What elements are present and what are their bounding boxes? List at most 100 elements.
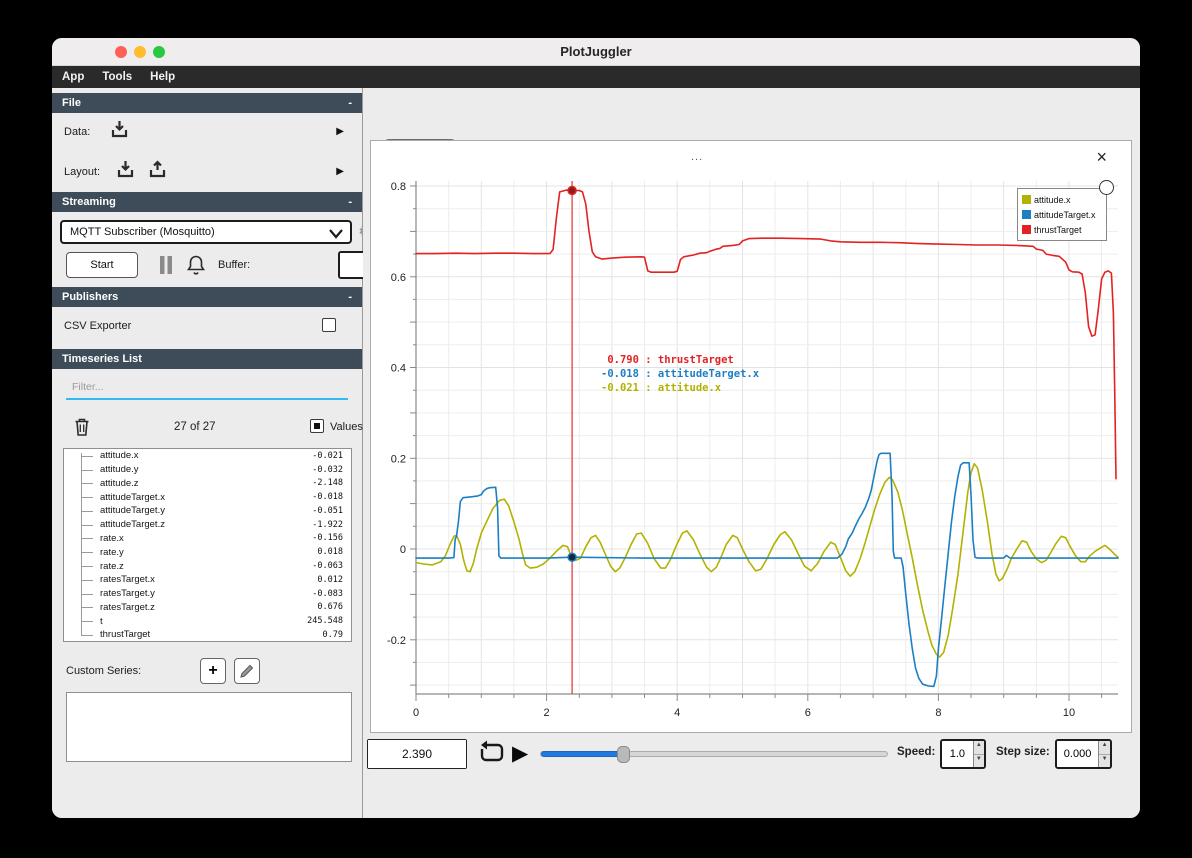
- timeline-slider[interactable]: [540, 746, 888, 763]
- timeseries-row[interactable]: ratesTarget.z 0.676: [64, 600, 351, 614]
- csv-exporter-checkbox[interactable]: [322, 318, 336, 332]
- collapse-file-icon[interactable]: -: [348, 93, 352, 113]
- speed-spinbox[interactable]: ▲ ▼: [940, 739, 986, 769]
- plot-title-dots[interactable]: ...: [691, 151, 703, 163]
- timeseries-name: ratesTarget.x: [100, 574, 155, 586]
- svg-text:-0.018 : attitudeTarget.x: -0.018 : attitudeTarget.x: [601, 368, 760, 380]
- timeseries-row[interactable]: attitudeTarget.z -1.922: [64, 518, 351, 532]
- svg-text:8: 8: [935, 707, 941, 719]
- legend-label: attitudeTarget.x: [1034, 209, 1096, 220]
- timeseries-row[interactable]: attitude.y -0.032: [64, 463, 351, 477]
- speed-value-input[interactable]: [942, 741, 973, 767]
- svg-text:4: 4: [674, 707, 680, 719]
- legend-entry[interactable]: attitude.x: [1022, 192, 1102, 207]
- timeseries-name: attitude.z: [100, 477, 139, 489]
- data-label: Data:: [64, 126, 91, 138]
- window-title: PlotJuggler: [560, 44, 632, 59]
- layout-label: Layout:: [64, 166, 101, 178]
- load-layout-icon[interactable]: [114, 158, 138, 187]
- legend-entry[interactable]: attitudeTarget.x: [1022, 207, 1102, 222]
- streaming-section-header[interactable]: Streaming -: [52, 192, 362, 212]
- svg-text:0: 0: [413, 707, 419, 719]
- start-streaming-button[interactable]: Start: [66, 252, 138, 278]
- layout-menu-arrow-icon[interactable]: ▶: [336, 166, 344, 177]
- speed-up-icon[interactable]: ▲: [973, 741, 984, 755]
- timeseries-row[interactable]: thrustTarget 0.79: [64, 628, 351, 641]
- data-menu-arrow-icon[interactable]: ▶: [336, 126, 344, 137]
- file-section-header[interactable]: File -: [52, 93, 362, 113]
- timeseries-list[interactable]: attitude.x -0.021 attitude.y -0.032 attitude…: [63, 448, 352, 642]
- loop-playback-icon[interactable]: [477, 739, 507, 772]
- timeseries-row[interactable]: rate.y 0.018: [64, 545, 351, 559]
- timeseries-section-header[interactable]: Timeseries List: [52, 349, 362, 369]
- timeseries-value: -0.083: [312, 588, 343, 599]
- menu-tools[interactable]: Tools: [102, 71, 132, 83]
- timeseries-row[interactable]: attitude.x -0.021: [64, 449, 351, 463]
- timeseries-name: thrustTarget: [100, 629, 151, 641]
- custom-series-label: Custom Series:: [66, 665, 142, 677]
- step-size-spinbox[interactable]: ▲ ▼: [1055, 739, 1112, 769]
- timeseries-value: -0.032: [312, 464, 343, 475]
- publishers-section-header[interactable]: Publishers -: [52, 287, 362, 307]
- legend-label: thrustTarget: [1034, 224, 1082, 235]
- speed-down-icon[interactable]: ▼: [973, 754, 984, 767]
- timeseries-row[interactable]: attitude.z -2.148: [64, 477, 351, 491]
- add-custom-series-button[interactable]: +: [200, 658, 226, 684]
- pencil-icon: [240, 664, 254, 678]
- plot-widget[interactable]: 0 2 4 6 8 10 -0.2 0 0.2 0.4 0.6 0.8 0.790 : thrustT…: [370, 140, 1132, 733]
- play-button[interactable]: ▶: [512, 741, 528, 766]
- timeseries-value: -0.063: [312, 561, 343, 571]
- timeseries-value: -0.021: [312, 450, 343, 461]
- speed-label: Speed:: [897, 746, 936, 758]
- notifications-bell-icon[interactable]: [184, 253, 208, 282]
- svg-text:-0.021 : attitude.x: -0.021 : attitude.x: [601, 382, 722, 394]
- step-up-icon[interactable]: ▲: [1099, 741, 1110, 755]
- timeseries-name: attitudeTarget.z: [100, 519, 165, 531]
- timeseries-row[interactable]: t 245.548: [64, 614, 351, 628]
- timeseries-value: 0.676: [317, 602, 343, 613]
- step-value-input[interactable]: [1057, 741, 1099, 767]
- timeseries-value: -1.922: [312, 519, 343, 530]
- custom-series-list[interactable]: [66, 692, 352, 762]
- svg-text:0: 0: [400, 544, 406, 556]
- timeseries-row[interactable]: attitudeTarget.y -0.051: [64, 504, 351, 518]
- timeseries-name: rate.x: [100, 532, 124, 544]
- current-time-box[interactable]: [367, 739, 467, 769]
- legend-handle-circle[interactable]: [1099, 180, 1114, 195]
- timeseries-name: attitude.y: [100, 464, 139, 476]
- values-checkbox[interactable]: [310, 419, 324, 433]
- legend-entry[interactable]: thrustTarget: [1022, 222, 1102, 237]
- collapse-publishers-icon[interactable]: -: [348, 287, 352, 307]
- svg-text:0.6: 0.6: [391, 272, 406, 284]
- menu-help[interactable]: Help: [150, 71, 175, 83]
- save-layout-icon[interactable]: [146, 158, 170, 187]
- chart-legend[interactable]: attitude.x attitudeTarget.x thrustTarget: [1017, 188, 1107, 241]
- menu-app[interactable]: App: [62, 71, 84, 83]
- timeseries-row[interactable]: rate.x -0.156: [64, 532, 351, 546]
- streaming-source-select[interactable]: MQTT Subscriber (Mosquitto): [60, 220, 352, 244]
- timeseries-row[interactable]: ratesTarget.y -0.083: [64, 587, 351, 601]
- collapse-streaming-icon[interactable]: -: [348, 192, 352, 212]
- timeseries-name: rate.y: [100, 546, 124, 558]
- timeseries-row[interactable]: attitudeTarget.x -0.018: [64, 490, 351, 504]
- step-down-icon[interactable]: ▼: [1099, 754, 1110, 767]
- svg-text:2: 2: [544, 707, 550, 719]
- timeseries-row[interactable]: ratesTarget.x 0.012: [64, 573, 351, 587]
- current-time-input[interactable]: [368, 740, 466, 768]
- legend-swatch: [1022, 195, 1031, 204]
- chevron-down-icon: [329, 229, 343, 239]
- delete-timeseries-trash-icon[interactable]: [72, 416, 92, 443]
- timeseries-filter-input[interactable]: [66, 376, 348, 400]
- close-plot-icon[interactable]: ×: [1096, 147, 1107, 168]
- pause-streaming-icon[interactable]: [158, 255, 174, 280]
- load-data-icon[interactable]: [108, 118, 132, 147]
- slider-handle[interactable]: [617, 746, 630, 763]
- timeseries-row[interactable]: rate.z -0.063: [64, 559, 351, 573]
- svg-text:0.790 : thrustTarget: 0.790 : thrustTarget: [601, 354, 734, 366]
- slider-fill: [541, 751, 623, 757]
- timeseries-name: attitude.x: [100, 450, 139, 462]
- timeseries-name: attitudeTarget.x: [100, 491, 165, 503]
- timeseries-name: rate.z: [100, 560, 124, 572]
- svg-text:-0.2: -0.2: [387, 635, 406, 647]
- edit-custom-series-button[interactable]: [234, 658, 260, 684]
